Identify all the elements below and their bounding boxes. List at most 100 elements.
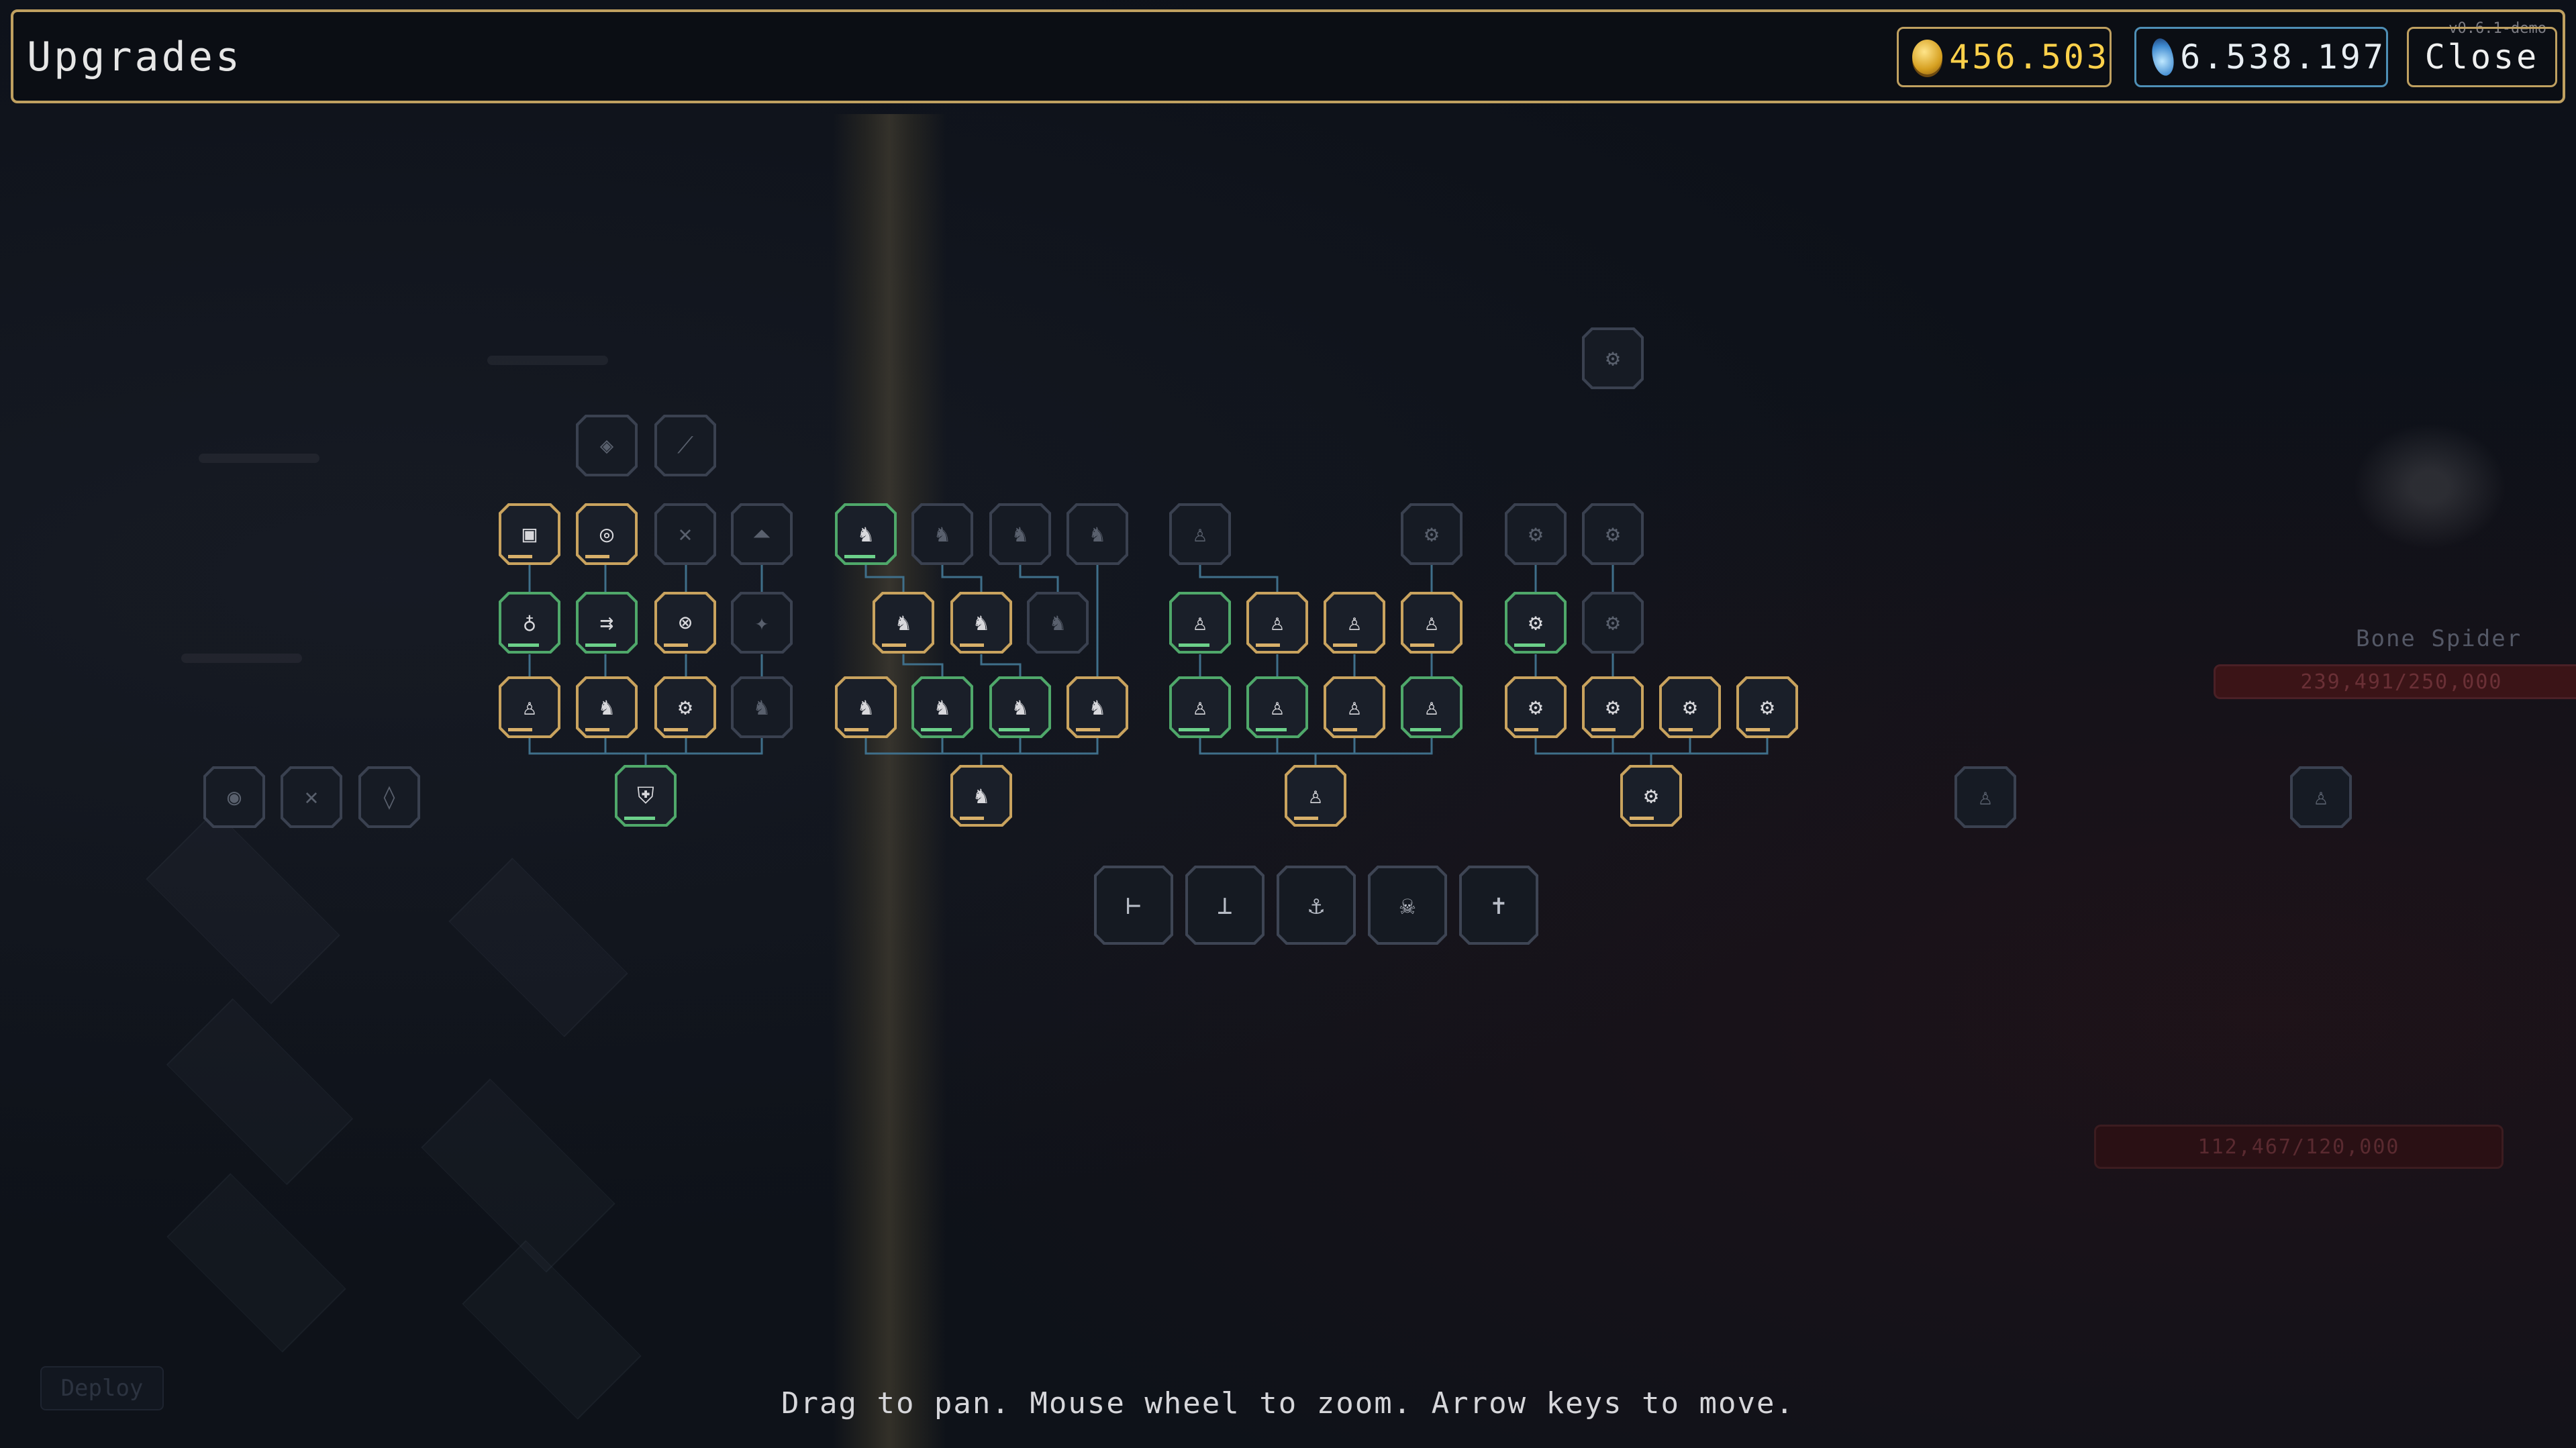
upgrade-node-n1[interactable]: ◈ (576, 415, 638, 476)
upgrade-node-n11[interactable]: ♙ (499, 676, 560, 738)
cannon-icon: ⚙ (1760, 694, 1775, 721)
upgrade-node-n14[interactable]: ♞ (731, 676, 793, 738)
star-icon: ✦ (754, 609, 769, 636)
upgrade-node-n17[interactable]: ♞ (911, 503, 973, 565)
soldier-icon: ♙ (1347, 609, 1362, 636)
cross-icon: ✕ (304, 784, 319, 811)
shield-icon: ⛨ (637, 782, 654, 809)
upgrade-node-n2[interactable]: ⟋ (654, 415, 716, 476)
upgrade-node-n42[interactable]: ⚙ (1582, 592, 1644, 654)
sword-icon: ⊥ (1217, 890, 1233, 920)
ring-icon: ◎ (599, 521, 614, 548)
core-upgrade-b1[interactable]: ⊢ (1094, 866, 1173, 945)
upgrade-node-n35[interactable]: ♙ (1324, 676, 1385, 738)
upgrade-node-n51[interactable]: ◊ (358, 766, 420, 828)
upgrade-node-n37[interactable]: ♙ (1285, 765, 1346, 827)
core-upgrade-b5[interactable]: ✝ (1459, 866, 1538, 945)
upgrade-node-n41[interactable]: ⚙ (1505, 592, 1567, 654)
upgrade-node-n31[interactable]: ♙ (1324, 592, 1385, 654)
upgrade-node-n3[interactable]: ▣ (499, 503, 560, 565)
node-progress-bar (508, 555, 532, 558)
upgrade-node-n34[interactable]: ♙ (1246, 676, 1308, 738)
upgrade-node-n8[interactable]: ⇉ (576, 592, 638, 654)
core-upgrade-b2[interactable]: ⊥ (1185, 866, 1265, 945)
upgrade-node-n20[interactable]: ♞ (873, 592, 934, 654)
node-progress-bar (1333, 728, 1357, 731)
node-progress-bar (882, 643, 906, 647)
node-progress-bar (1256, 728, 1287, 731)
upgrade-node-n40[interactable]: ⚙ (1582, 503, 1644, 565)
game-stage[interactable]: Bone Spider 239,491/250,000 112,467/120,… (0, 0, 2576, 1448)
upgrade-node-n10[interactable]: ✦ (731, 592, 793, 654)
upgrade-node-n36[interactable]: ♙ (1401, 676, 1463, 738)
upgrade-node-n13[interactable]: ⚙ (654, 676, 716, 738)
upgrade-node-n28[interactable]: ♙ (1169, 503, 1231, 565)
node-progress-bar (1256, 643, 1280, 647)
upgrade-node-n50[interactable]: ✕ (281, 766, 342, 828)
cannon-icon: ⚙ (1605, 694, 1620, 721)
cannon-icon: ⚙ (678, 694, 693, 721)
upgrade-node-n12[interactable]: ♞ (576, 676, 638, 738)
upgrade-node-n52[interactable]: ♙ (1954, 766, 2016, 828)
upgrade-node-n18[interactable]: ♞ (989, 503, 1051, 565)
upgrade-node-n25[interactable]: ♞ (989, 676, 1051, 738)
upgrade-node-n9[interactable]: ⊗ (654, 592, 716, 654)
soldier-icon: ♙ (1193, 694, 1207, 721)
upgrade-node-n19[interactable]: ♞ (1067, 503, 1128, 565)
soul-amount: 6.538.197 (2180, 38, 2386, 76)
node-progress-bar (664, 728, 688, 731)
upgrade-node-n46[interactable]: ⚙ (1736, 676, 1798, 738)
mound-icon: ⏶ (752, 521, 771, 548)
feather-icon: ⟋ (677, 432, 693, 459)
upgrade-node-n7[interactable]: ♁ (499, 592, 560, 654)
cannon-icon: ⚙ (1528, 521, 1543, 548)
upgrade-node-n53[interactable]: ♙ (2290, 766, 2352, 828)
cannon-icon: ⚙ (1683, 694, 1697, 721)
diamond-icon: ◈ (599, 432, 614, 459)
upgrade-node-n21[interactable]: ♞ (950, 592, 1012, 654)
upgrade-node-n29[interactable]: ♙ (1169, 592, 1231, 654)
upgrade-node-n24[interactable]: ♞ (911, 676, 973, 738)
skull-icon: ☠ (1399, 890, 1416, 920)
upgrade-node-n32[interactable]: ♙ (1401, 592, 1463, 654)
upgrade-node-n39[interactable]: ⚙ (1505, 503, 1567, 565)
node-progress-bar (1410, 643, 1434, 647)
close-button[interactable]: Close (2407, 27, 2557, 87)
top-bar: Upgrades v0.6.1-demo 456.503 6.538.197 C… (11, 9, 2565, 103)
upgrade-node-n30[interactable]: ♙ (1246, 592, 1308, 654)
page-title: Upgrades (27, 34, 242, 81)
upgrade-node-n44[interactable]: ⚙ (1582, 676, 1644, 738)
node-progress-bar (1410, 728, 1441, 731)
node-progress-bar (1333, 643, 1357, 647)
upgrade-node-n48[interactable]: ⚙ (1582, 327, 1644, 389)
node-progress-bar (1076, 728, 1100, 731)
upgrade-node-n38[interactable]: ⚙ (1401, 503, 1463, 565)
upgrade-node-n22[interactable]: ♞ (1027, 592, 1089, 654)
upgrade-node-n33[interactable]: ♙ (1169, 676, 1231, 738)
node-progress-bar (508, 728, 532, 731)
upgrade-node-n6[interactable]: ⏶ (731, 503, 793, 565)
node-progress-bar (1514, 643, 1545, 647)
upgrade-node-n26[interactable]: ♞ (1067, 676, 1128, 738)
upgrade-node-n45[interactable]: ⚙ (1659, 676, 1721, 738)
arrows-icon: ⇉ (599, 609, 614, 636)
upgrade-node-n5[interactable]: ✕ (654, 503, 716, 565)
soul-flame-icon (2146, 36, 2179, 79)
cavalry-icon: ♞ (896, 609, 911, 636)
core-upgrade-b3[interactable]: ⚓ (1277, 866, 1356, 945)
upgrade-node-n27[interactable]: ♞ (950, 765, 1012, 827)
upgrade-node-n43[interactable]: ⚙ (1505, 676, 1567, 738)
node-progress-bar (1179, 728, 1209, 731)
soldier-icon: ♙ (1978, 784, 1993, 811)
core-upgrade-b4[interactable]: ☠ (1368, 866, 1447, 945)
upgrade-node-n49[interactable]: ◉ (203, 766, 265, 828)
crossed-swords-icon: ⊗ (678, 609, 693, 636)
square-icon: ▣ (522, 521, 537, 548)
upgrade-node-n4[interactable]: ◎ (576, 503, 638, 565)
upgrade-node-n16[interactable]: ♞ (835, 503, 897, 565)
soldier-icon: ♙ (1270, 609, 1285, 636)
upgrade-node-n15[interactable]: ⛨ (615, 765, 677, 827)
soldier-icon: ♙ (1424, 694, 1439, 721)
upgrade-node-n23[interactable]: ♞ (835, 676, 897, 738)
upgrade-node-n47[interactable]: ⚙ (1620, 765, 1682, 827)
